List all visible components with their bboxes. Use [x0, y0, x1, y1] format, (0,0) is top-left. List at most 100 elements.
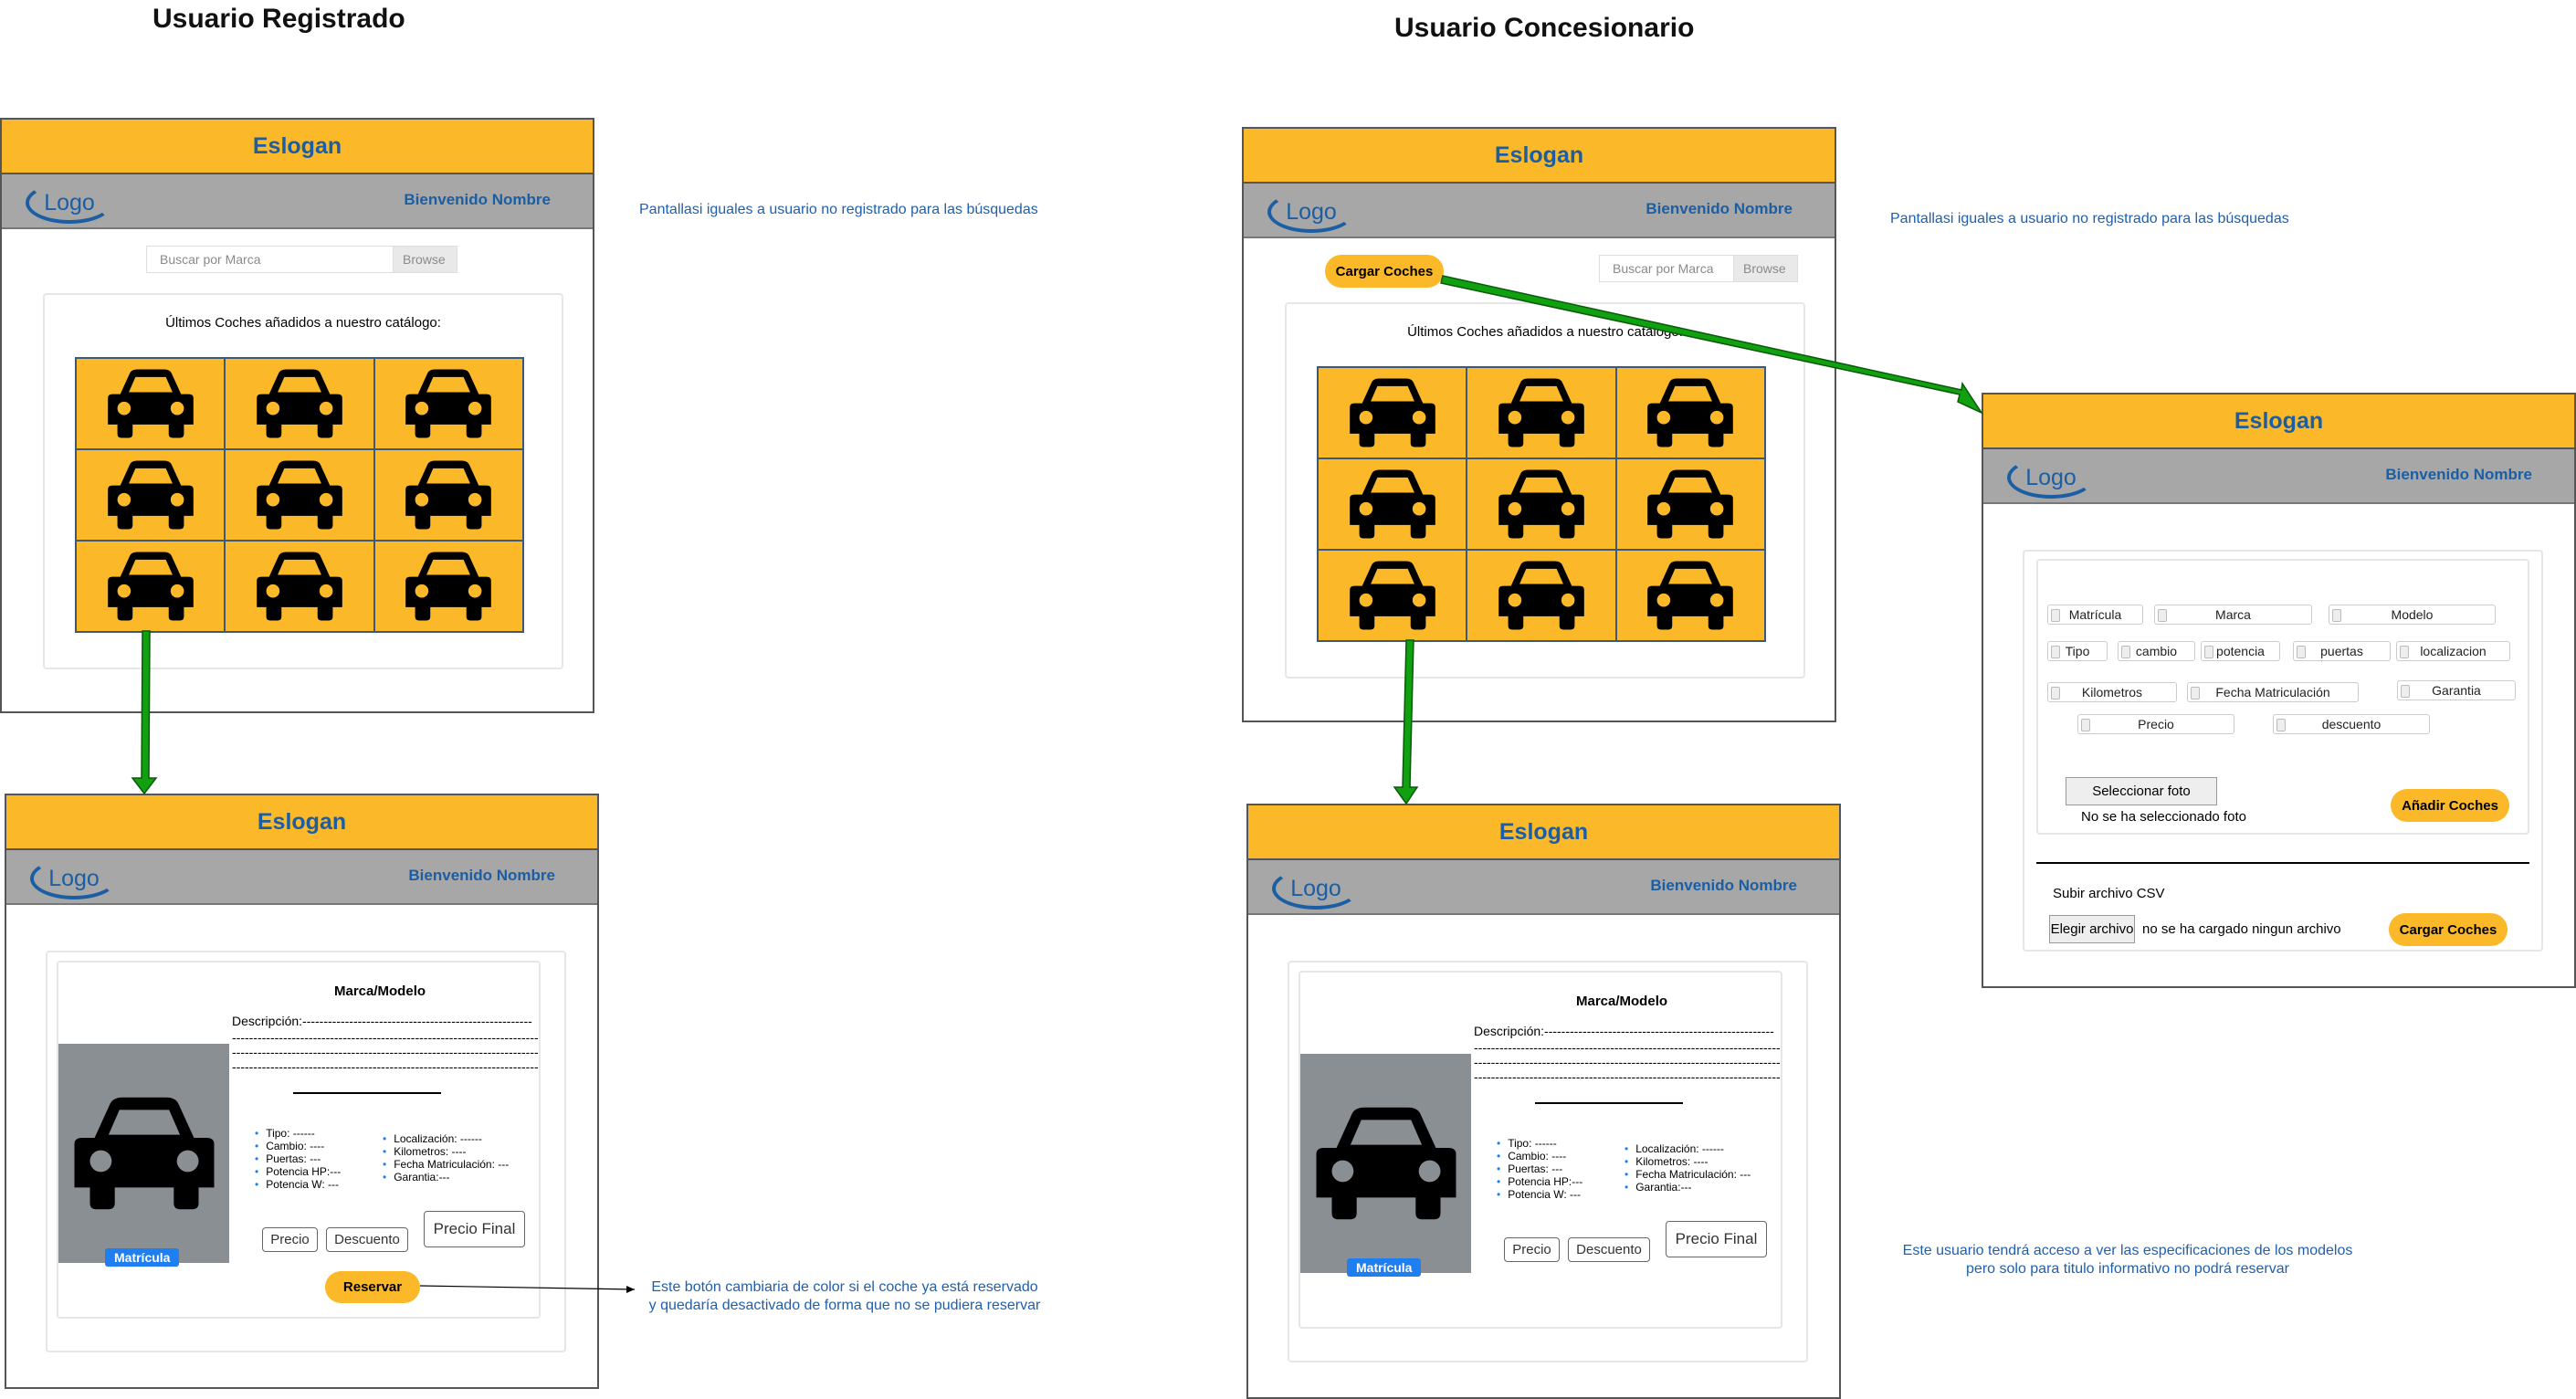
discount-field: Descuento: [1568, 1237, 1650, 1262]
car-icon: [257, 460, 342, 530]
search-bar: Buscar por Marca Browse: [146, 246, 457, 273]
field-cambio[interactable]: cambio: [2118, 641, 2195, 661]
search-input[interactable]: Buscar por Marca: [1600, 256, 1733, 281]
specs-list-left: Tipo: ------Cambio: ----Puertas: ---Pote…: [255, 1127, 341, 1191]
welcome-text: Bienvenido Nombre: [404, 191, 551, 208]
field-matricula[interactable]: Matrícula: [2047, 605, 2143, 625]
logo[interactable]: Logo: [1272, 868, 1360, 910]
spec-item: Fecha Matriculación: ---: [1624, 1168, 1751, 1181]
car-thumbnail[interactable]: [1318, 367, 1467, 458]
spec-item: Puertas: ---: [255, 1152, 341, 1165]
field-puertas[interactable]: puertas: [2293, 641, 2391, 661]
car-thumbnail[interactable]: [1467, 458, 1616, 550]
logo[interactable]: Logo: [2007, 457, 2095, 499]
spec-item: Kilometros: ----: [383, 1145, 509, 1158]
spec-item: Tipo: ------: [1497, 1137, 1582, 1150]
field-descuento[interactable]: descuento: [2273, 714, 2430, 734]
field-localizacion[interactable]: localizacion: [2396, 641, 2510, 661]
note-reserve-line2: y quedaría desactivado de forma que no s…: [648, 1298, 1041, 1313]
car-thumbnail[interactable]: [1318, 458, 1467, 550]
field-fecha-matriculacion[interactable]: Fecha Matriculación: [2187, 682, 2359, 702]
car-thumbnail[interactable]: [1615, 550, 1765, 641]
car-grid: [1317, 366, 1766, 642]
header-bar: Logo Bienvenido Nombre: [1248, 860, 1839, 915]
car-thumbnail[interactable]: [76, 449, 226, 541]
field-marca[interactable]: Marca: [2154, 605, 2312, 625]
car-thumbnail[interactable]: [1615, 367, 1765, 458]
car-thumbnail[interactable]: [225, 358, 374, 449]
reserve-button[interactable]: Reservar: [325, 1271, 420, 1303]
catalog-panel: Últimos Coches añadidos a nuestro catálo…: [1285, 302, 1805, 678]
description: Descripción:----------------------------…: [1474, 1024, 1774, 1038]
car-thumbnail[interactable]: [76, 358, 226, 449]
slogan-text: Eslogan: [1498, 818, 1589, 845]
car-form-panel: Matrícula Marca Modelo Tipo cambio poten…: [2036, 559, 2529, 835]
field-precio[interactable]: Precio: [2077, 714, 2234, 734]
spec-item: Potencia HP:---: [255, 1165, 341, 1178]
spec-item: Potencia W: ---: [255, 1178, 341, 1191]
car-icon: [1316, 1107, 1456, 1220]
divider: [1535, 1102, 1683, 1104]
field-potencia[interactable]: potencia: [2201, 641, 2280, 661]
no-photo-text: No se ha seleccionado foto: [2081, 809, 2246, 825]
note-same-screens: Pantallasi iguales a usuario no registra…: [1890, 211, 2289, 226]
field-garantia[interactable]: Garantia: [2397, 680, 2516, 700]
description-line: ----------------------------------------…: [232, 1045, 538, 1059]
note-reserve-line1: Este botón cambiaria de color si el coch…: [651, 1279, 1038, 1295]
car-icon: [1498, 561, 1584, 630]
field-tipo[interactable]: Tipo: [2047, 641, 2108, 661]
car-thumbnail[interactable]: [373, 449, 523, 541]
header-bar: Logo Bienvenido Nombre: [1983, 449, 2574, 504]
select-photo-button[interactable]: Seleccionar foto: [2066, 777, 2217, 805]
load-cars-button[interactable]: Cargar Coches: [1325, 255, 1444, 288]
slogan-bar: Eslogan: [1983, 394, 2574, 449]
car-icon: [1349, 561, 1435, 630]
description-line: ----------------------------------------…: [1474, 1040, 1780, 1055]
welcome-text: Bienvenido Nombre: [1650, 877, 1797, 894]
car-thumbnail[interactable]: [1615, 458, 1765, 550]
car-thumbnail[interactable]: [373, 541, 523, 632]
slogan-text: Eslogan: [252, 132, 342, 159]
plate-badge: Matrícula: [105, 1248, 180, 1267]
specs-list-right: Localización: ------Kilometros: ----Fech…: [383, 1132, 509, 1183]
registered-catalog-screen: Eslogan Logo Bienvenido Nombre Buscar po…: [0, 118, 594, 713]
car-thumbnail[interactable]: [225, 541, 374, 632]
catalog-caption: Últimos Coches añadidos a nuestro catálo…: [165, 315, 441, 331]
add-cars-screen: Eslogan Logo Bienvenido Nombre Matrícula…: [1982, 393, 2576, 988]
slogan-bar: Eslogan: [1244, 129, 1835, 184]
field-kilometros[interactable]: Kilometros: [2047, 682, 2177, 702]
car-thumbnail[interactable]: [1467, 367, 1616, 458]
plate-badge: Matrícula: [1347, 1258, 1422, 1277]
logo[interactable]: Logo: [26, 182, 113, 224]
spec-item: Localización: ------: [1624, 1142, 1751, 1155]
logo[interactable]: Logo: [1267, 191, 1355, 233]
description-line: ----------------------------------------…: [1474, 1069, 1780, 1084]
section-title-registered: Usuario Registrado: [152, 4, 405, 34]
load-csv-button[interactable]: Cargar Coches: [2389, 913, 2508, 946]
car-thumbnail[interactable]: [1467, 550, 1616, 641]
header-bar: Logo Bienvenido Nombre: [2, 174, 593, 229]
add-cars-button[interactable]: Añadir Coches: [2391, 789, 2509, 822]
slogan-text: Eslogan: [257, 808, 347, 835]
car-icon: [1498, 469, 1584, 539]
search-input[interactable]: Buscar por Marca: [147, 247, 393, 272]
final-price-field: Precio Final: [1666, 1221, 1767, 1257]
choose-file-button[interactable]: Elegir archivo: [2049, 915, 2135, 943]
browse-button[interactable]: Browse: [393, 247, 457, 272]
section-title-dealer: Usuario Concesionario: [1394, 13, 1695, 43]
field-modelo[interactable]: Modelo: [2329, 605, 2496, 625]
car-icon: [74, 1097, 214, 1210]
spec-item: Puertas: ---: [1497, 1162, 1582, 1175]
car-icon: [107, 552, 194, 621]
spec-item: Kilometros: ----: [1624, 1155, 1751, 1168]
car-thumbnail[interactable]: [76, 541, 226, 632]
welcome-text: Bienvenido Nombre: [2385, 466, 2532, 483]
car-thumbnail[interactable]: [225, 449, 374, 541]
spec-item: Fecha Matriculación: ---: [383, 1158, 509, 1171]
brand-model: Marca/Modelo: [1576, 994, 1668, 1009]
car-thumbnail[interactable]: [373, 358, 523, 449]
browse-button[interactable]: Browse: [1733, 256, 1797, 281]
car-icon: [1498, 378, 1584, 447]
car-thumbnail[interactable]: [1318, 550, 1467, 641]
logo[interactable]: Logo: [30, 857, 118, 899]
